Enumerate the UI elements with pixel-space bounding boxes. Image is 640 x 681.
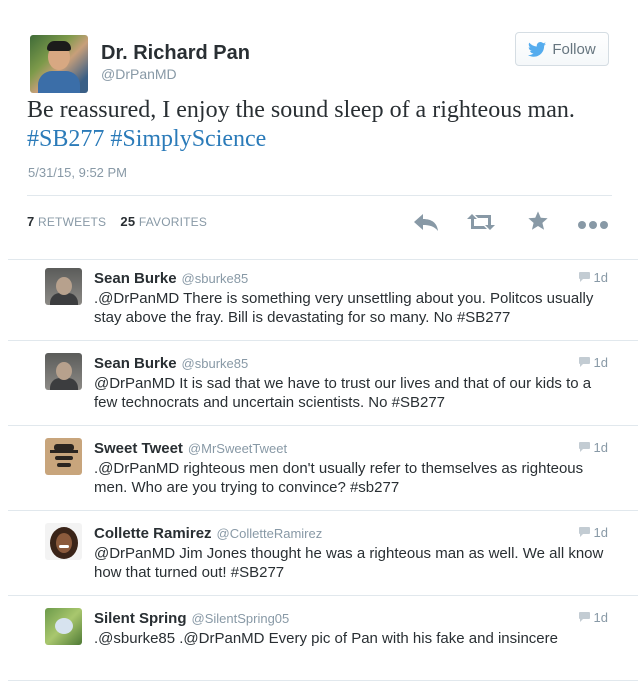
reply-item[interactable]: Collette Ramirez @ColletteRamirez 1d @DrP… (8, 511, 638, 596)
divider (27, 195, 612, 196)
reply-author-handle[interactable]: @sburke85 (182, 271, 249, 286)
favorite-count[interactable]: 25 (120, 214, 135, 229)
retweet-icon[interactable] (467, 211, 495, 238)
reply-avatar[interactable] (45, 608, 82, 645)
reply-time[interactable]: 1d (594, 610, 608, 625)
main-tweet: Dr. Richard Pan @DrPanMD Follow Be reass… (8, 4, 638, 260)
reply-item[interactable]: Sean Burke @sburke85 1d @DrPanMD It is sa… (8, 341, 638, 426)
reply-author-name[interactable]: Sean Burke (94, 270, 177, 287)
reply-author-name[interactable]: Collette Ramirez (94, 525, 212, 542)
follow-button[interactable]: Follow (515, 32, 609, 66)
reply-item[interactable]: Silent Spring @SilentSpring05 1d .@sburke… (8, 596, 638, 681)
reply-item[interactable]: Sweet Tweet @MrSweetTweet 1d .@DrPanMD ri… (8, 426, 638, 511)
reply-text: .@DrPanMD There is something very unsett… (94, 290, 594, 326)
reply-item[interactable]: Sean Burke @sburke85 1d .@DrPanMD There i… (8, 256, 638, 341)
twitter-bird-icon (528, 41, 547, 57)
reply-avatar[interactable] (45, 438, 82, 475)
reply-time[interactable]: 1d (594, 525, 608, 540)
speech-bubble-icon (578, 355, 590, 370)
speech-bubble-icon (578, 440, 590, 455)
speech-bubble-icon (578, 525, 590, 540)
reply-author-name[interactable]: Sweet Tweet (94, 440, 183, 457)
tweet-timestamp[interactable]: 5/31/15, 9:52 PM (28, 165, 127, 180)
tweet-body: Be reassured, I enjoy the sound sleep of… (27, 97, 575, 123)
reply-avatar[interactable] (45, 523, 82, 560)
reply-time[interactable]: 1d (594, 440, 608, 455)
replies-list: Sean Burke @sburke85 1d .@DrPanMD There i… (8, 256, 638, 681)
hashtag-link[interactable]: #SB277 (27, 126, 104, 152)
reply-icon[interactable] (413, 212, 439, 237)
retweet-count[interactable]: 7 (27, 214, 34, 229)
reply-author-handle[interactable]: @ColletteRamirez (217, 526, 323, 541)
speech-bubble-icon (578, 270, 590, 285)
reply-author-handle[interactable]: @sburke85 (182, 356, 249, 371)
reply-time[interactable]: 1d (594, 270, 608, 285)
reply-time[interactable]: 1d (594, 355, 608, 370)
reply-author-name[interactable]: Sean Burke (94, 355, 177, 372)
reply-author-handle[interactable]: @SilentSpring05 (192, 611, 290, 626)
reply-text: @DrPanMD It is sad that we have to trust… (94, 375, 592, 411)
author-name[interactable]: Dr. Richard Pan (101, 42, 250, 65)
follow-label: Follow (552, 40, 596, 58)
favorite-icon[interactable] (527, 210, 549, 237)
tweet-text: Be reassured, I enjoy the sound sleep of… (27, 96, 617, 154)
speech-bubble-icon (578, 610, 590, 625)
reply-author-handle[interactable]: @MrSweetTweet (188, 441, 287, 456)
author-handle[interactable]: @DrPanMD (101, 66, 177, 82)
author-avatar[interactable] (30, 35, 88, 93)
reply-author-name[interactable]: Silent Spring (94, 610, 187, 627)
more-icon[interactable] (577, 217, 609, 235)
reply-text: .@sburke85 .@DrPanMD Every pic of Pan wi… (94, 630, 558, 647)
reply-text: .@DrPanMD righteous men don't usually re… (94, 460, 584, 496)
tweet-card: Dr. Richard Pan @DrPanMD Follow Be reass… (8, 4, 638, 681)
favorite-label[interactable]: FAVORITES (139, 215, 207, 229)
reply-avatar[interactable] (45, 353, 82, 390)
tweet-stats: 7 RETWEETS 25 FAVORITES (27, 214, 207, 229)
hashtag-link[interactable]: #SimplyScience (110, 126, 266, 152)
retweet-label[interactable]: RETWEETS (38, 215, 106, 229)
reply-text: @DrPanMD Jim Jones thought he was a righ… (94, 545, 604, 581)
reply-avatar[interactable] (45, 268, 82, 305)
